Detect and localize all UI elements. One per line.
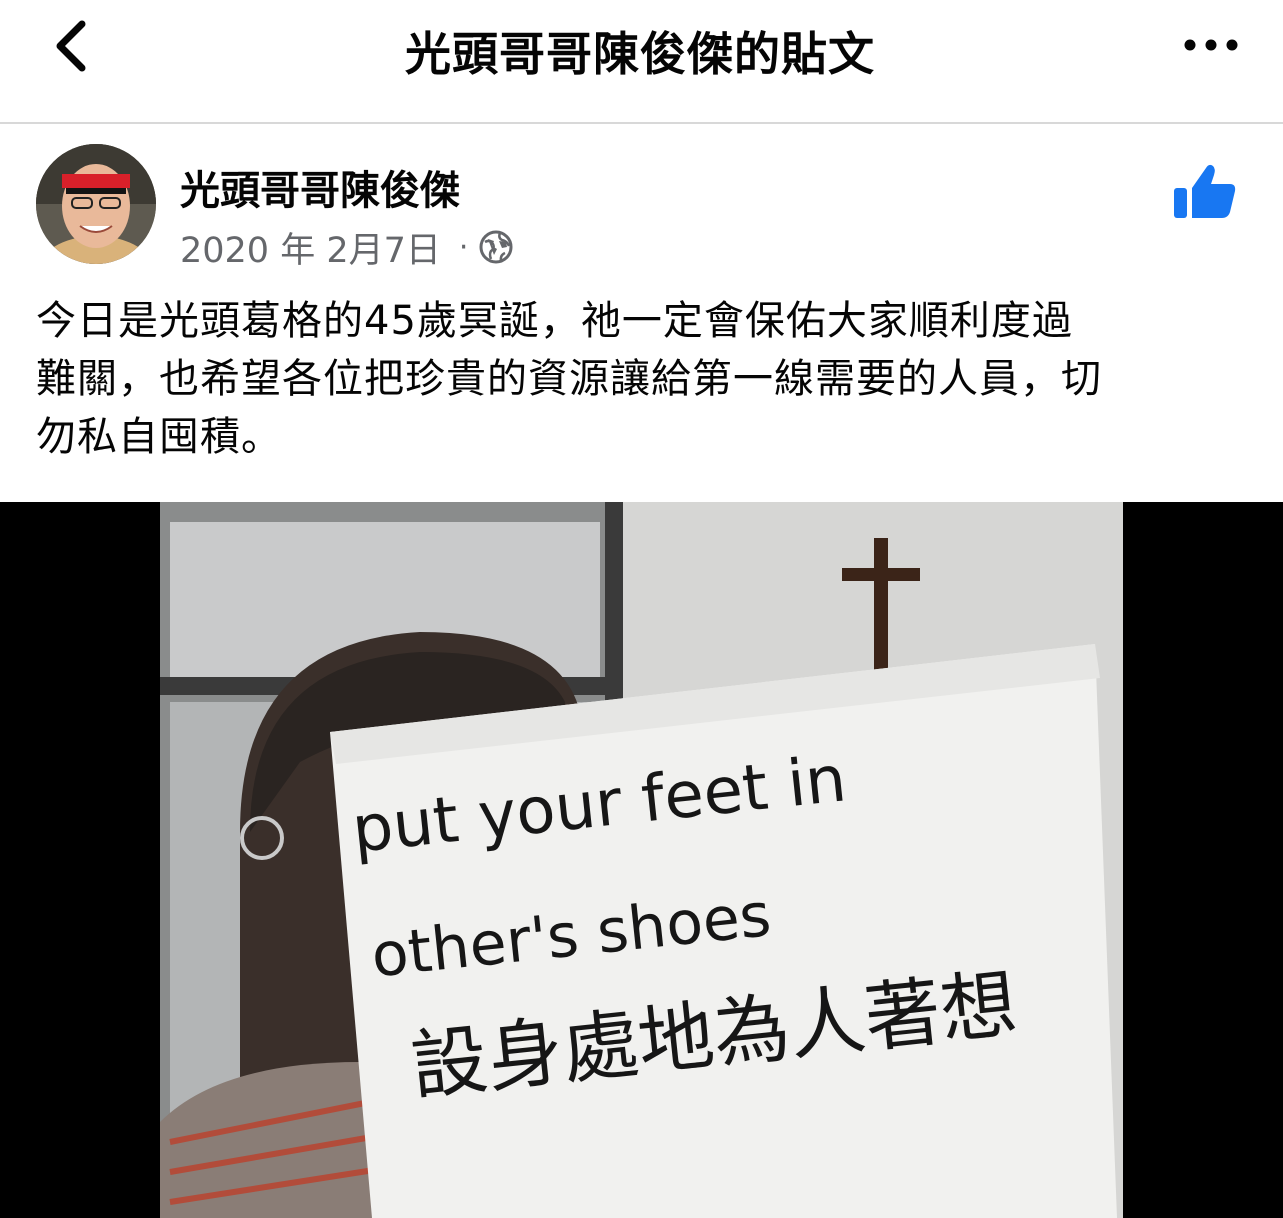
- page-title: 光頭哥哥陳俊傑的貼文: [405, 27, 875, 81]
- chevron-left-icon: [56, 20, 86, 72]
- author-name[interactable]: 光頭哥哥陳俊傑: [180, 158, 460, 216]
- author-avatar[interactable]: [36, 144, 156, 264]
- back-button[interactable]: [44, 14, 104, 78]
- globe-icon: [479, 230, 513, 264]
- post-text-line: 今日是光頭葛格的45歲冥誕，祂一定會保佑大家順利度過: [36, 298, 1073, 344]
- post-text-line: 難關，也希望各位把珍貴的資源讓給第一線需要的人員，切: [36, 356, 1102, 402]
- header-divider: [0, 122, 1283, 124]
- post-text: 今日是光頭葛格的45歲冥誕，祂一定會保佑大家順利度過 難關，也希望各位把珍貴的資…: [36, 292, 1251, 466]
- top-app-bar: 光頭哥哥陳俊傑的貼文: [0, 0, 1283, 122]
- post-photo[interactable]: put your feet in other's shoes 設身處地為人著想: [0, 502, 1283, 1218]
- more-options-button[interactable]: [1180, 30, 1242, 60]
- more-horizontal-icon: [1184, 39, 1238, 51]
- photo-scene: put your feet in other's shoes 設身處地為人著想: [160, 502, 1123, 1218]
- post-text-line: 勿私自囤積。: [36, 414, 282, 460]
- like-button[interactable]: [1172, 162, 1238, 222]
- cross-icon: [874, 538, 888, 670]
- post-date[interactable]: 2020 年 2月7日: [180, 222, 441, 273]
- meta-separator: ·: [458, 229, 469, 265]
- avatar-image: [36, 144, 156, 264]
- thumbs-up-icon: [1174, 164, 1236, 218]
- post-meta: 2020 年 2月7日 ·: [180, 222, 514, 272]
